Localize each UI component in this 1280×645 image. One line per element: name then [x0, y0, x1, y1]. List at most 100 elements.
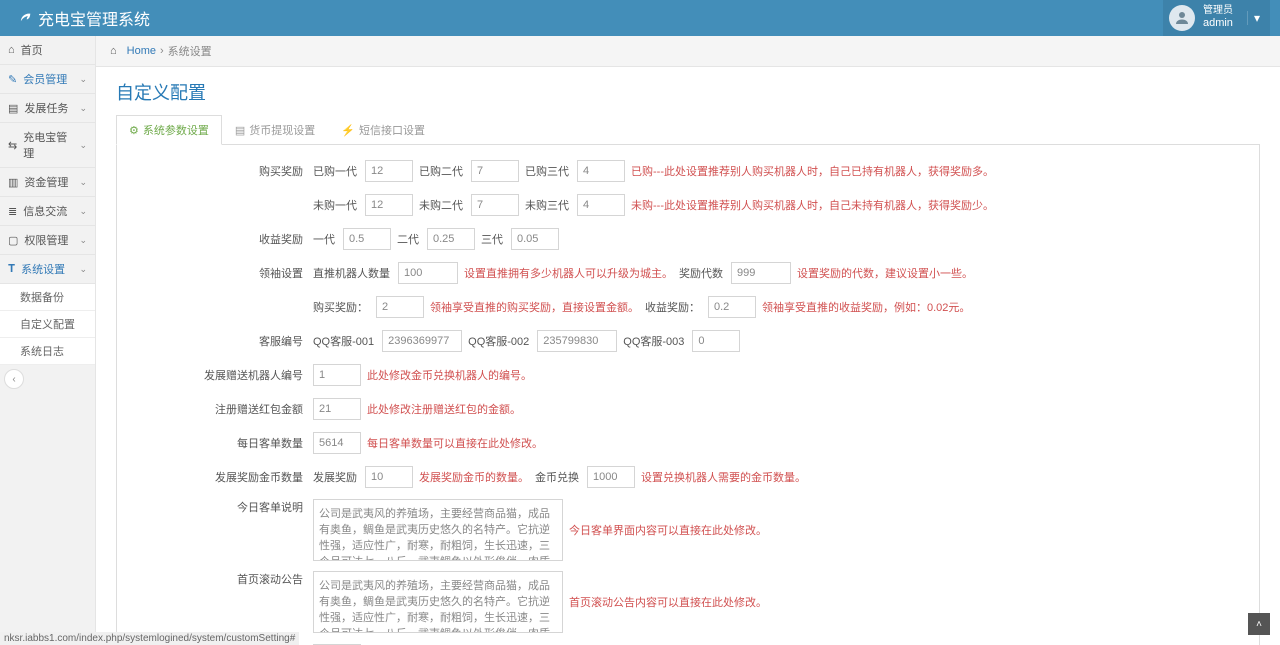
user-label: 管理员 admin: [1203, 5, 1233, 30]
input-dev-r[interactable]: [365, 466, 413, 488]
hint-buy-r: 领袖享受直推的购买奖励，直接设置金额。: [430, 299, 639, 315]
sidebar: ⌂首页 ✎会员管理⌄ ▤发展任务⌄ ⇆充电宝管理⌄ ▥资金管理⌄ ≣信息交流⌄ …: [0, 36, 96, 645]
label-qq3: QQ客服-003: [623, 333, 684, 349]
hint-coin-ex: 设置兑换机器人需要的金币数量。: [641, 469, 806, 485]
chevron-down-icon: ⌄: [79, 74, 87, 85]
label-bg1: 已购一代: [313, 163, 357, 179]
page-title: 自定义配置: [116, 79, 1260, 105]
label-ug3: 未购三代: [525, 197, 569, 213]
scroll-top-button[interactable]: ˄: [1248, 613, 1270, 635]
tab-system-params[interactable]: ⚙系统参数设置: [116, 115, 222, 145]
nav-system[interactable]: 𝐓系统设置⌄: [0, 255, 95, 284]
chevron-right-icon: ›: [160, 45, 164, 57]
input-bg3[interactable]: [577, 160, 625, 182]
avatar-icon: [1169, 5, 1195, 31]
nav-task[interactable]: ▤发展任务⌄: [0, 94, 95, 123]
tab-currency[interactable]: ▤货币提现设置: [222, 115, 328, 145]
user-menu[interactable]: 管理员 admin ▾: [1163, 0, 1270, 36]
hint-bought: 已购---此处设置推荐别人购买机器人时，自己已持有机器人，获得奖励多。: [631, 163, 994, 179]
file-icon: ▢: [8, 234, 18, 247]
input-ug2[interactable]: [471, 194, 519, 216]
label-bg2: 已购二代: [419, 163, 463, 179]
label-daily-order: 每日客单数量: [131, 435, 313, 451]
hint-today-desc: 今日客单界面内容可以直接在此处修改。: [569, 522, 767, 538]
hint-dev-robot: 此处修改金币兑换机器人的编号。: [367, 367, 532, 383]
hint-reg-red: 此处修改注册赠送红包的金额。: [367, 401, 521, 417]
input-ug3[interactable]: [577, 194, 625, 216]
tabs: ⚙系统参数设置 ▤货币提现设置 ⚡短信接口设置: [116, 115, 1260, 145]
input-bg1[interactable]: [365, 160, 413, 182]
chevron-down-icon: ⌄: [79, 235, 87, 246]
dashboard-icon: ⌂: [8, 44, 15, 56]
text-icon: 𝐓: [8, 263, 15, 276]
label-dev-coin: 发展奖励金币数量: [131, 469, 313, 485]
hint-dev-r: 发展奖励金币的数量。: [419, 469, 529, 485]
textarea-today-desc[interactable]: [313, 499, 563, 561]
label-coin-ex: 金币兑换: [535, 469, 579, 485]
hint-income-r: 领袖享受直推的收益奖励，例如：0.02元。: [762, 299, 970, 315]
input-coin-ex[interactable]: [587, 466, 635, 488]
input-buy-r[interactable]: [376, 296, 424, 318]
nav-fund[interactable]: ▥资金管理⌄: [0, 168, 95, 197]
input-qq1[interactable]: [382, 330, 462, 352]
gear-icon: ⚙: [129, 124, 139, 137]
input-daily-order[interactable]: [313, 432, 361, 454]
input-ig3[interactable]: [511, 228, 559, 250]
label-leader: 领袖设置: [131, 265, 313, 281]
label-reg-red: 注册赠送红包金额: [131, 401, 313, 417]
home-icon: ⌂: [110, 45, 117, 57]
caret-down-icon[interactable]: ▾: [1247, 11, 1266, 25]
bolt-icon: ⚡: [341, 124, 355, 137]
input-dev-robot[interactable]: [313, 364, 361, 386]
chevron-down-icon: ⌄: [79, 103, 87, 114]
chevron-down-icon: ⌄: [79, 264, 87, 275]
nav-powerbank[interactable]: ⇆充电宝管理⌄: [0, 123, 95, 168]
chevron-down-icon: ⌄: [79, 177, 87, 188]
sub-log[interactable]: 系统日志: [0, 338, 95, 365]
textarea-home-notice[interactable]: [313, 571, 563, 633]
list-icon: ▤: [235, 124, 245, 137]
hint-unbought: 未购---此处设置推荐别人购买机器人时，自己未持有机器人，获得奖励少。: [631, 197, 994, 213]
list-icon: ▥: [8, 176, 18, 189]
settings-panel: 购买奖励 已购一代 已购二代 已购三代 已购---此处设置推荐别人购买机器人时，…: [116, 145, 1260, 645]
tab-sms[interactable]: ⚡短信接口设置: [328, 115, 438, 145]
label-g1: 一代: [313, 231, 335, 247]
shuffle-icon: ⇆: [8, 139, 17, 152]
input-direct-robot[interactable]: [398, 262, 458, 284]
breadcrumb-current: 系统设置: [168, 43, 212, 59]
label-direct-robot: 直推机器人数量: [313, 265, 390, 281]
input-reg-red[interactable]: [313, 398, 361, 420]
book-icon: ▤: [8, 102, 18, 115]
sub-backup[interactable]: 数据备份: [0, 284, 95, 311]
input-income-r[interactable]: [708, 296, 756, 318]
label-dev-robot: 发展赠送机器人编号: [131, 367, 313, 383]
input-ig1[interactable]: [343, 228, 391, 250]
input-ig2[interactable]: [427, 228, 475, 250]
label-dev-r: 发展奖励: [313, 469, 357, 485]
nav-home[interactable]: ⌂首页: [0, 36, 95, 65]
label-g3: 三代: [481, 231, 503, 247]
label-reward-gen: 奖励代数: [679, 265, 723, 281]
label-income-r: 收益奖励：: [645, 299, 700, 315]
hint-reward-gen: 设置奖励的代数，建议设置小一些。: [797, 265, 973, 281]
nav-member[interactable]: ✎会员管理⌄: [0, 65, 95, 94]
input-qq2[interactable]: [537, 330, 617, 352]
sub-custom[interactable]: 自定义配置: [0, 311, 95, 338]
label-ug1: 未购一代: [313, 197, 357, 213]
chevron-down-icon: ⌄: [79, 140, 87, 151]
sidebar-collapse-icon[interactable]: ‹: [4, 369, 24, 389]
input-ug1[interactable]: [365, 194, 413, 216]
input-bg2[interactable]: [471, 160, 519, 182]
breadcrumb-home[interactable]: Home: [127, 45, 156, 57]
label-buy-r: 购买奖励：: [313, 299, 368, 315]
input-qq3[interactable]: [692, 330, 740, 352]
input-reward-gen[interactable]: [731, 262, 791, 284]
status-bar-url: nksr.iabbs1.com/index.php/systemlogined/…: [0, 632, 299, 645]
hint-home-notice: 首页滚动公告内容可以直接在此处修改。: [569, 594, 767, 610]
label-today-desc: 今日客单说明: [131, 499, 313, 515]
hint-daily-order: 每日客单数量可以直接在此处修改。: [367, 435, 543, 451]
nav-auth[interactable]: ▢权限管理⌄: [0, 226, 95, 255]
hint-direct-robot: 设置直推拥有多少机器人可以升级为城主。: [464, 265, 673, 281]
label-bg3: 已购三代: [525, 163, 569, 179]
nav-info[interactable]: ≣信息交流⌄: [0, 197, 95, 226]
